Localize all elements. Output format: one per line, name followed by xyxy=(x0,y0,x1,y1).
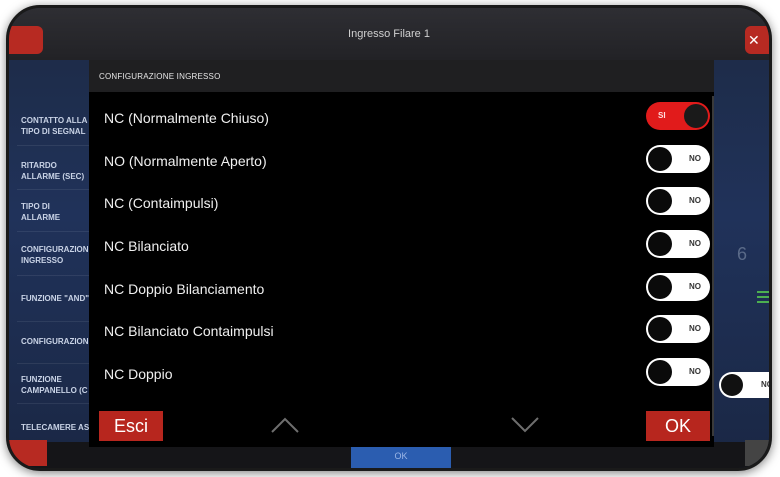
divider xyxy=(17,403,97,404)
option-row[interactable]: NC (Contaimpulsi) NO xyxy=(89,182,714,224)
toggle-state-text: NO xyxy=(689,196,701,205)
option-label: NC Bilanciato Contaimpulsi xyxy=(104,323,274,339)
option-toggle[interactable]: NO xyxy=(646,315,710,343)
option-toggle[interactable]: SI xyxy=(646,102,710,130)
divider xyxy=(17,145,97,146)
option-toggle[interactable]: NO xyxy=(646,358,710,386)
toggle-knob xyxy=(684,104,708,128)
toggle-state-text: NO xyxy=(689,154,701,163)
option-label: NC Doppio Bilanciamento xyxy=(104,281,265,297)
option-label: NC Doppio xyxy=(104,366,173,382)
option-row[interactable]: NO (Normalmente Aperto) NO xyxy=(89,140,714,182)
cancel-button[interactable]: Esci xyxy=(99,411,163,441)
toggle-state-text: NO xyxy=(761,380,772,389)
option-row[interactable]: NC Bilanciato NO xyxy=(89,225,714,267)
toggle-state-text: NO xyxy=(689,239,701,248)
ok-button[interactable]: OK xyxy=(646,411,710,441)
option-label: NC (Normalmente Chiuso) xyxy=(104,110,269,126)
device-frame: Ingresso Filare 1 ✕ CONTATTO ALLA TIPO D… xyxy=(6,5,772,471)
divider xyxy=(17,231,97,232)
divider xyxy=(17,275,97,276)
divider xyxy=(17,321,97,322)
toggle-knob xyxy=(648,232,672,256)
scrollbar[interactable] xyxy=(712,96,714,436)
background-value: 6 xyxy=(737,244,748,264)
close-button[interactable]: ✕ xyxy=(745,26,769,54)
app-screen: Ingresso Filare 1 ✕ CONTATTO ALLA TIPO D… xyxy=(9,8,769,468)
chevron-up-icon[interactable] xyxy=(270,415,300,435)
option-toggle[interactable]: NO xyxy=(646,273,710,301)
background-ok-button[interactable]: OK xyxy=(351,444,451,468)
toggle-state-text: SI xyxy=(658,111,666,120)
toggle-knob xyxy=(721,374,743,396)
toggle-state-text: NO xyxy=(689,324,701,333)
bottom-right-button[interactable] xyxy=(745,440,769,466)
option-toggle[interactable]: NO xyxy=(646,145,710,173)
bottom-left-button[interactable] xyxy=(9,440,47,466)
top-bar: Ingresso Filare 1 ✕ xyxy=(9,8,769,60)
toggle-state-text: NO xyxy=(689,282,701,291)
option-row[interactable]: NC Doppio NO xyxy=(89,353,714,395)
option-toggle[interactable]: NO xyxy=(646,187,710,215)
close-icon: ✕ xyxy=(748,32,760,48)
dialog-title: CONFIGURAZIONE INGRESSO xyxy=(99,72,221,81)
toggle-knob xyxy=(648,360,672,384)
background-toggle[interactable]: NO xyxy=(719,372,772,398)
hamburger-menu-icon[interactable] xyxy=(757,291,769,306)
dialog-header: CONFIGURAZIONE INGRESSO xyxy=(89,60,714,92)
option-label: NO (Normalmente Aperto) xyxy=(104,153,267,169)
divider xyxy=(17,363,97,364)
toggle-state-text: NO xyxy=(689,367,701,376)
option-label: NC Bilanciato xyxy=(104,238,189,254)
toggle-knob xyxy=(648,317,672,341)
option-label: NC (Contaimpulsi) xyxy=(104,195,219,211)
option-row[interactable]: NC Bilanciato Contaimpulsi NO xyxy=(89,310,714,352)
option-row[interactable]: NC (Normalmente Chiuso) SI xyxy=(89,97,714,139)
divider xyxy=(17,189,97,190)
chevron-down-icon[interactable] xyxy=(510,415,540,435)
option-row[interactable]: NC Doppio Bilanciamento NO xyxy=(89,268,714,310)
toggle-knob xyxy=(648,189,672,213)
page-title: Ingresso Filare 1 xyxy=(348,28,430,40)
toggle-knob xyxy=(648,147,672,171)
option-toggle[interactable]: NO xyxy=(646,230,710,258)
configuration-dialog: CONFIGURAZIONE INGRESSO NC (Normalmente … xyxy=(89,60,714,447)
toggle-knob xyxy=(648,275,672,299)
